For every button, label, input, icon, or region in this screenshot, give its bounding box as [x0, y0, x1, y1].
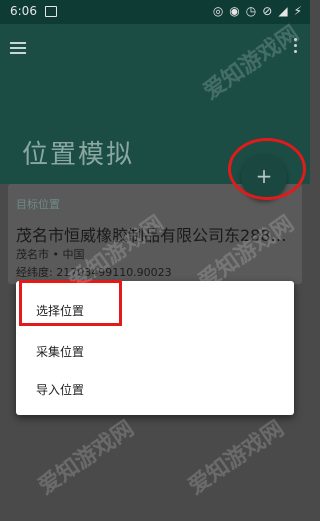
status-icons: ◎ ◉ ◷ ⊘ ◢ ⚡ [213, 4, 302, 18]
watermark: 爱知游戏网 [184, 416, 289, 500]
status-bar: 6:06 ◎ ◉ ◷ ⊘ ◢ ⚡ [0, 0, 310, 24]
image-notification-icon [45, 6, 57, 17]
place-name: 茂名市恒威橡胶制品有限公司东288… [16, 226, 287, 245]
annotation-rectangle [19, 280, 122, 326]
more-icon[interactable] [294, 38, 298, 54]
watermark: 爱知游戏网 [34, 416, 139, 500]
wifi-icon: ◉ [229, 4, 240, 18]
place-region: 茂名市 • 中国 [16, 248, 85, 261]
alarm-icon: ◷ [245, 4, 257, 18]
card-label: 目标位置 [16, 198, 60, 211]
menu-item-collect-location[interactable]: 采集位置 [36, 343, 84, 360]
hotspot-icon: ◎ [212, 4, 224, 18]
menu-icon[interactable] [10, 42, 26, 54]
place-coordinates: 经纬度: 21703499110.90023 [16, 266, 172, 279]
signal-icon: ◢ [278, 4, 288, 18]
annotation-circle [228, 138, 306, 200]
status-time: 6:06 [10, 4, 37, 18]
menu-item-import-location[interactable]: 导入位置 [36, 381, 84, 398]
battery-charging-icon: ⚡ [293, 4, 302, 18]
page-title: 位置模拟 [22, 140, 135, 170]
mute-icon: ⊘ [262, 4, 273, 18]
